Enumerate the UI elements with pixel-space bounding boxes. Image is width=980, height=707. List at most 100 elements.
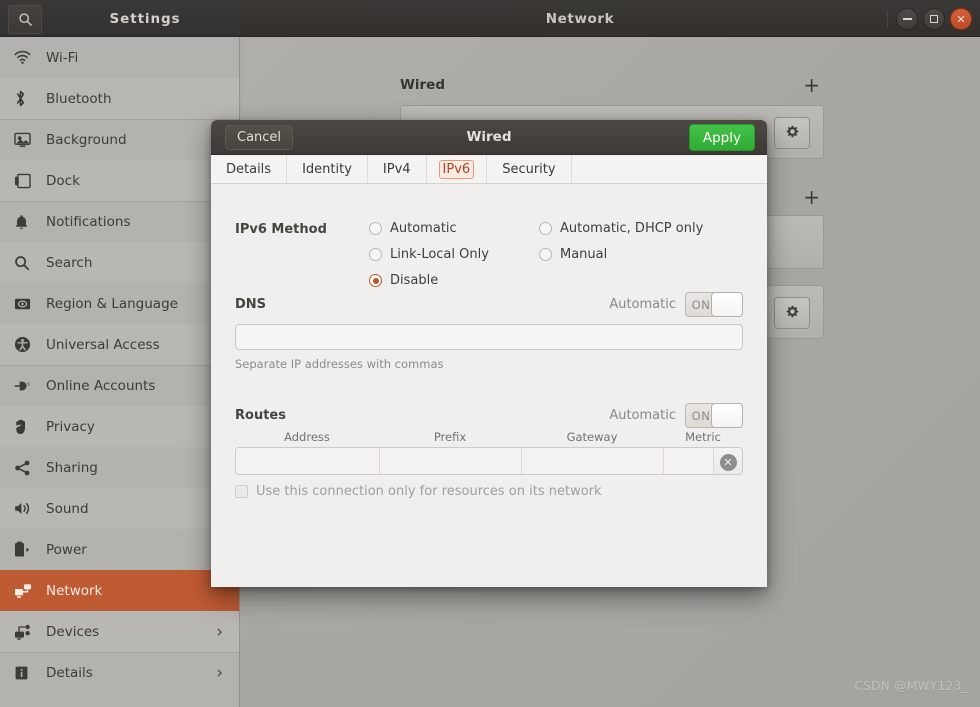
radio-label: Manual xyxy=(560,247,608,262)
connection-settings-button-2[interactable] xyxy=(774,297,810,329)
sidebar-item-region-language[interactable]: Region & Language xyxy=(0,283,239,324)
dialog-title: Wired xyxy=(466,129,512,145)
sidebar-item-network[interactable]: Network xyxy=(0,570,239,611)
close-button[interactable]: ✕ xyxy=(950,8,972,30)
sidebar-item-dock[interactable]: Dock xyxy=(0,160,239,201)
dns-automatic-toggle-group: Automatic ON xyxy=(609,292,743,317)
switch-knob xyxy=(711,292,743,317)
tab-label: Identity xyxy=(302,161,352,177)
delete-circle-icon: ✕ xyxy=(719,453,737,471)
sidebar-item-bluetooth[interactable]: Bluetooth xyxy=(0,78,239,119)
radio-label: Automatic, DHCP only xyxy=(560,221,704,236)
details-info-icon xyxy=(14,665,40,681)
wired-section-header: Wired + xyxy=(400,75,820,95)
sidebar-item-details[interactable]: Details › xyxy=(0,652,239,693)
sidebar-item-label: Sharing xyxy=(46,459,98,476)
connection-settings-button-1[interactable] xyxy=(774,117,810,149)
radio-option-link-local-only[interactable]: Link-Local Only xyxy=(369,247,509,262)
routes-column-metric: Metric xyxy=(685,430,721,444)
svg-text:s: s xyxy=(27,381,30,387)
gear-icon xyxy=(785,304,800,323)
add-connection-button[interactable]: + xyxy=(803,75,820,95)
tab-ipv6[interactable]: IPv6 xyxy=(427,155,488,183)
sidebar-item-privacy[interactable]: Privacy xyxy=(0,406,239,447)
sidebar-item-label: Devices xyxy=(46,623,100,640)
minimize-icon xyxy=(902,18,912,20)
sidebar-item-devices[interactable]: Devices › xyxy=(0,611,239,652)
power-battery-icon xyxy=(14,541,40,558)
background-icon xyxy=(14,132,40,148)
radio-icon-selected xyxy=(369,274,382,287)
window-controls-separator xyxy=(887,10,888,28)
tab-label: IPv4 xyxy=(382,161,411,177)
dialog-body: IPv6 Method Automatic Link-Local Only Di… xyxy=(211,184,767,587)
apply-button[interactable]: Apply xyxy=(688,124,755,151)
tab-ipv4[interactable]: IPv4 xyxy=(368,155,427,183)
dns-section-label: DNS xyxy=(235,297,267,312)
settings-sidebar: Wi-Fi Bluetooth Background Dock Notifica… xyxy=(0,37,240,707)
bluetooth-icon xyxy=(14,90,40,107)
search-button[interactable] xyxy=(8,5,42,34)
tab-label: Details xyxy=(226,161,272,177)
search-icon xyxy=(14,255,40,271)
sidebar-item-label: Notifications xyxy=(46,214,131,230)
routes-automatic-toggle-group: Automatic ON xyxy=(609,403,743,428)
route-address-input[interactable] xyxy=(236,448,380,474)
chevron-right-icon: › xyxy=(216,621,223,642)
sidebar-item-online-accounts[interactable]: s Online Accounts xyxy=(0,365,239,406)
route-delete-button[interactable]: ✕ xyxy=(714,448,742,474)
sidebar-item-label: Region & Language xyxy=(46,295,178,312)
radio-option-automatic-dhcp-only[interactable]: Automatic, DHCP only xyxy=(539,221,739,236)
online-accounts-icon: s xyxy=(14,378,40,394)
radio-option-automatic[interactable]: Automatic xyxy=(369,221,509,236)
sidebar-item-sound[interactable]: Sound xyxy=(0,488,239,529)
sidebar-item-sharing[interactable]: Sharing xyxy=(0,447,239,488)
radio-option-disable[interactable]: Disable xyxy=(369,273,509,288)
minimize-button[interactable] xyxy=(896,8,918,30)
dns-automatic-switch[interactable]: ON xyxy=(685,292,743,317)
tab-identity[interactable]: Identity xyxy=(287,155,368,183)
sidebar-item-search[interactable]: Search xyxy=(0,242,239,283)
radio-label: Disable xyxy=(390,273,439,288)
network-icon xyxy=(14,583,40,599)
sidebar-item-label: Details xyxy=(46,665,93,681)
sidebar-item-background[interactable]: Background xyxy=(0,119,239,160)
sidebar-item-wi-fi[interactable]: Wi-Fi xyxy=(0,37,239,78)
dns-input[interactable] xyxy=(235,324,743,350)
wifi-icon xyxy=(14,50,40,65)
restrict-connection-checkbox[interactable] xyxy=(235,485,248,498)
route-metric-input[interactable] xyxy=(664,448,714,474)
radio-label: Link-Local Only xyxy=(390,247,489,262)
switch-knob xyxy=(711,403,743,428)
sidebar-item-universal-access[interactable]: Universal Access xyxy=(0,324,239,365)
sidebar-item-label: Bluetooth xyxy=(46,90,112,107)
privacy-hand-icon xyxy=(14,419,40,435)
add-connection-button-2[interactable]: + xyxy=(803,187,820,207)
ipv6-method-label: IPv6 Method xyxy=(235,222,327,237)
restrict-connection-checkbox-row[interactable]: Use this connection only for resources o… xyxy=(235,484,602,499)
radio-option-manual[interactable]: Manual xyxy=(539,247,739,262)
dialog-header: Cancel Wired Apply xyxy=(211,120,767,155)
dialog-tabs: Details Identity IPv4 IPv6 Security xyxy=(211,155,767,184)
wired-section-title: Wired xyxy=(400,77,445,93)
sidebar-item-label: Search xyxy=(46,254,93,271)
tab-details[interactable]: Details xyxy=(211,155,288,183)
radio-icon xyxy=(539,222,552,235)
route-prefix-input[interactable] xyxy=(380,448,522,474)
universal-access-icon xyxy=(14,336,40,353)
maximize-button[interactable] xyxy=(923,8,945,30)
route-gateway-input[interactable] xyxy=(522,448,664,474)
radio-icon xyxy=(369,248,382,261)
maximize-icon xyxy=(930,15,938,23)
tab-security[interactable]: Security xyxy=(487,155,572,183)
sharing-icon xyxy=(14,460,40,476)
sidebar-item-notifications[interactable]: Notifications xyxy=(0,201,239,242)
sidebar-item-power[interactable]: Power xyxy=(0,529,239,570)
routes-column-prefix: Prefix xyxy=(433,430,467,444)
sidebar-item-label: Online Accounts xyxy=(46,378,156,394)
routes-column-headers: Address Prefix Gateway Metric xyxy=(235,430,743,444)
routes-automatic-switch[interactable]: ON xyxy=(685,403,743,428)
radio-label: Automatic xyxy=(390,221,457,236)
network-window-title: Network xyxy=(545,10,615,27)
dns-hint: Separate IP addresses with commas xyxy=(235,357,444,371)
